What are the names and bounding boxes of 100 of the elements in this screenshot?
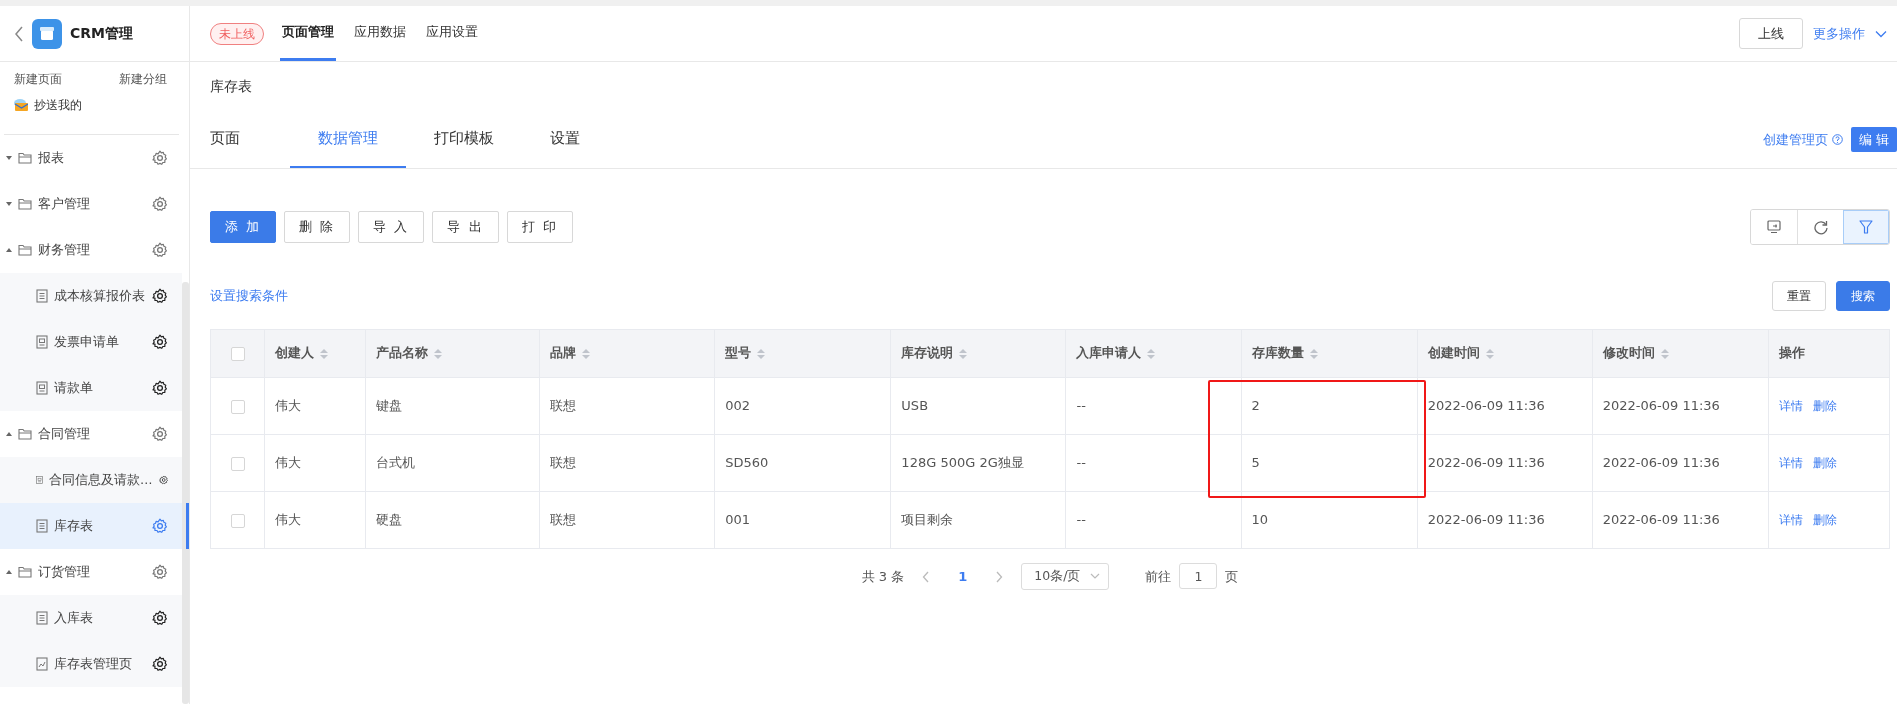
row-action-link[interactable]: 删除 (1812, 454, 1837, 473)
toolbar-button[interactable]: 打 印 (506, 211, 573, 243)
page-title: 库存表 (210, 77, 253, 96)
search-conditions-link[interactable]: 设置搜索条件 (210, 286, 288, 306)
page-tab[interactable]: 页面 (210, 111, 290, 168)
toolbar-button[interactable]: 添 加 (210, 211, 277, 243)
status-badge: 未上线 (210, 22, 264, 45)
caret-up-icon[interactable] (6, 247, 12, 253)
envelope-icon (14, 99, 28, 111)
sidebar-group-item[interactable]: 财务管理 (0, 227, 182, 273)
toolbar-button[interactable]: 导 出 (432, 211, 499, 243)
table-cell: 2022-06-09 11:36 (1602, 512, 1720, 528)
table-cell: 硬盘 (376, 512, 403, 528)
table-cell: -- (1076, 455, 1086, 471)
document-icon (36, 289, 48, 303)
more-actions-link[interactable]: 更多操作 (1813, 23, 1865, 44)
row-action-link[interactable]: 删除 (1812, 397, 1837, 416)
scrollbar[interactable] (182, 282, 189, 704)
table-cell: USB (901, 398, 929, 414)
goto-label: 前往 (1145, 567, 1172, 586)
chevron-left-icon (922, 571, 931, 584)
folder-icon (18, 198, 32, 210)
reset-button[interactable]: 重置 (1772, 281, 1826, 311)
row-action-link[interactable]: 详情 (1778, 511, 1803, 530)
page-input[interactable]: 1 (1179, 563, 1218, 590)
sidebar-group-item[interactable]: 客户管理 (0, 181, 182, 227)
caret-up-icon[interactable] (6, 569, 12, 575)
back-chevron-icon[interactable] (14, 25, 24, 42)
table-cell: 2 (1251, 398, 1260, 414)
nav-tab[interactable]: 应用设置 (424, 6, 480, 61)
page-suffix: 页 (1225, 567, 1239, 586)
cc-me-item[interactable]: 抄送我的 (0, 90, 96, 134)
display-icon (1766, 219, 1782, 235)
document-icon (36, 473, 44, 487)
column-header: 型号 (725, 344, 752, 363)
nav-tab[interactable]: 应用数据 (352, 6, 408, 61)
checkbox[interactable] (230, 399, 245, 414)
table-cell: -- (1076, 512, 1086, 528)
settings-icon[interactable] (152, 610, 168, 626)
sidebar-page-item[interactable]: 库存表 (0, 503, 182, 549)
page-number[interactable]: 1 (948, 566, 978, 587)
page-size-select[interactable]: 10条/页 (1021, 563, 1110, 590)
table-cell: 5 (1251, 455, 1260, 471)
toolbar-button[interactable]: 删 除 (284, 211, 351, 243)
caret-down-icon[interactable] (6, 201, 12, 207)
create-manage-page-link[interactable]: 创建管理页 (1762, 129, 1843, 150)
settings-icon[interactable] (152, 288, 168, 304)
toolbar-button[interactable]: 导 入 (358, 211, 425, 243)
caret-up-icon[interactable] (6, 431, 12, 437)
table-cell: 002 (725, 398, 751, 414)
page-tab[interactable]: 打印模板 (406, 111, 522, 168)
table-cell: -- (1076, 398, 1086, 414)
document-icon (36, 335, 48, 349)
caret-down-icon[interactable] (6, 155, 12, 161)
sidebar-group-item[interactable]: 合同管理 (0, 411, 182, 457)
sidebar-page-item[interactable]: 请款单 (0, 365, 182, 411)
search-button[interactable]: 搜索 (1836, 281, 1890, 311)
table-cell: 项目剩余 (901, 512, 954, 528)
row-action-link[interactable]: 详情 (1778, 454, 1803, 473)
sidebar-page-item[interactable]: 发票申请单 (0, 319, 182, 365)
checkbox[interactable] (230, 456, 245, 471)
sidebar-action-link[interactable]: 新建分组 (119, 70, 167, 88)
sidebar-page-item[interactable]: 库存表管理页 (0, 641, 182, 687)
page-tab[interactable]: 数据管理 (290, 111, 406, 168)
publish-button[interactable]: 上线 (1739, 17, 1803, 50)
filter-icon (1858, 219, 1874, 235)
table-cell: 联想 (550, 398, 577, 414)
table-cell: 2022-06-09 11:36 (1427, 512, 1545, 528)
column-header: 存库数量 (1251, 344, 1304, 363)
settings-icon[interactable] (152, 334, 168, 350)
table-cell: 伟大 (275, 512, 302, 528)
row-action-link[interactable]: 删除 (1812, 511, 1837, 530)
checkbox[interactable] (230, 513, 245, 528)
settings-icon[interactable] (152, 380, 168, 396)
chevron-right-icon (995, 571, 1004, 584)
app-title: CRM管理 (70, 24, 133, 43)
table-cell: 2022-06-09 11:36 (1602, 455, 1720, 471)
nav-tab[interactable]: 页面管理 (280, 6, 336, 61)
sidebar-page-item[interactable]: 入库表 (0, 595, 182, 641)
sidebar-page-item[interactable]: 成本核算报价表 (0, 273, 182, 319)
sidebar-page-item[interactable]: 合同信息及请款… (0, 457, 182, 503)
column-header: 创建时间 (1427, 344, 1480, 363)
sidebar-group-item[interactable]: 订货管理 (0, 549, 182, 595)
table-cell: 2022-06-09 11:36 (1427, 398, 1545, 414)
sidebar-action-link[interactable]: 新建页面 (14, 70, 62, 88)
page-tab[interactable]: 设置 (522, 111, 608, 168)
table-cell: 001 (725, 512, 751, 528)
filter-button[interactable] (1843, 210, 1889, 244)
sidebar-group-item[interactable]: 报表 (0, 135, 182, 181)
edit-button[interactable]: 编 辑 (1850, 126, 1897, 153)
row-action-link[interactable]: 详情 (1778, 397, 1803, 416)
column-header: 入库申请人 (1076, 344, 1142, 363)
document-icon (36, 381, 48, 395)
checkbox[interactable] (230, 346, 245, 361)
column-header: 库存说明 (901, 344, 954, 363)
column-header: 操作 (1778, 345, 1805, 361)
folder-icon (18, 244, 32, 256)
active-indicator (186, 503, 189, 549)
chevron-down-icon[interactable] (1875, 29, 1887, 38)
settings-icon[interactable] (152, 656, 168, 672)
